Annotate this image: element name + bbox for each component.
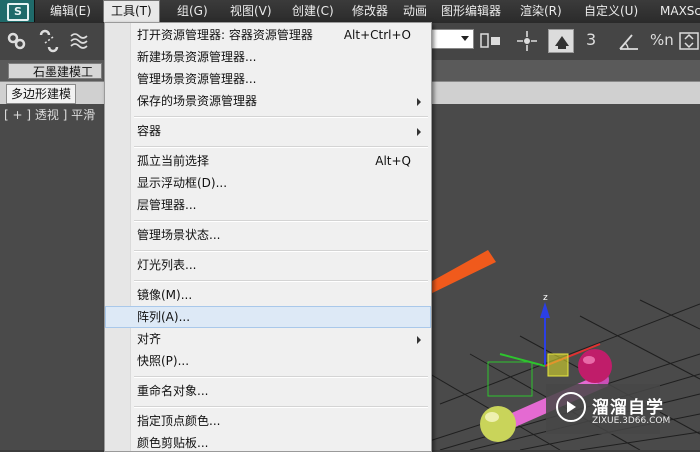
submenu-arrow-icon bbox=[417, 336, 421, 344]
menu-item-open-explorer[interactable]: 打开资源管理器: 容器资源管理器 Alt+Ctrl+O bbox=[105, 24, 431, 46]
menu-item-mirror[interactable]: 镜像(M)... bbox=[105, 284, 431, 306]
menu-separator bbox=[134, 280, 428, 282]
watermark-url: ZIXUE.3D66.COM bbox=[592, 416, 671, 426]
menu-group[interactable]: 组(G) bbox=[177, 0, 208, 22]
menu-item-rename-objects[interactable]: 重命名对象... bbox=[105, 380, 431, 402]
tools-menu-dropdown: 打开资源管理器: 容器资源管理器 Alt+Ctrl+O 新建场景资源管理器...… bbox=[104, 22, 432, 452]
menu-item-light-lister[interactable]: 灯光列表... bbox=[105, 254, 431, 276]
snaps-toggle-icon[interactable]: 3 bbox=[586, 29, 612, 53]
select-and-manipulate-icon[interactable] bbox=[514, 29, 540, 53]
menu-separator bbox=[134, 250, 428, 252]
menu-maxscript[interactable]: MAXSc bbox=[660, 0, 700, 22]
play-logo-icon bbox=[556, 392, 586, 422]
ribbon-tab-graphite[interactable]: 石墨建模工具 bbox=[8, 63, 102, 95]
menu-customize[interactable]: 自定义(U) bbox=[584, 0, 638, 22]
menu-item-label: 颜色剪贴板... bbox=[137, 436, 209, 450]
menu-item-label: 重命名对象... bbox=[137, 384, 209, 398]
menu-item-label: 显示浮动框(D)... bbox=[137, 176, 228, 190]
watermark-title: 溜溜自学 bbox=[592, 398, 664, 418]
angle-snap-icon[interactable] bbox=[616, 29, 642, 53]
menu-item-containers[interactable]: 容器 bbox=[105, 120, 431, 142]
menu-item-manage-scene-states[interactable]: 管理场景状态... bbox=[105, 224, 431, 246]
menu-tools[interactable]: 工具(T) bbox=[103, 0, 160, 22]
menu-item-manage-scene-explorer[interactable]: 管理场景资源管理器... bbox=[105, 68, 431, 90]
percent-snap-icon[interactable]: %n bbox=[650, 29, 676, 53]
menu-item-layer-manager[interactable]: 层管理器... bbox=[105, 194, 431, 216]
menu-item-label: 灯光列表... bbox=[137, 258, 197, 272]
menu-item-shortcut: Alt+Ctrl+O bbox=[343, 28, 411, 42]
keyboard-shortcut-override-icon[interactable] bbox=[548, 29, 574, 53]
menu-item-label: 快照(P)... bbox=[137, 354, 190, 368]
menu-item-label: 镜像(M)... bbox=[137, 288, 193, 302]
sphere-object-yellow bbox=[480, 406, 516, 442]
menu-item-label: 层管理器... bbox=[137, 198, 197, 212]
menu-item-assign-vertex-colors[interactable]: 指定顶点颜色... bbox=[105, 410, 431, 432]
menu-item-label: 打开资源管理器: 容器资源管理器 bbox=[137, 28, 313, 42]
menu-item-shortcut: Alt+Q bbox=[375, 154, 411, 168]
submenu-arrow-icon bbox=[417, 128, 421, 136]
menu-bar: S 编辑(E) 工具(T) 组(G) 视图(V) 创建(C) 修改器 动画 图形… bbox=[0, 0, 700, 22]
menu-separator bbox=[134, 146, 428, 148]
app-logo[interactable]: S bbox=[0, 0, 35, 22]
menu-item-label: 孤立当前选择 bbox=[137, 154, 210, 168]
menu-separator bbox=[134, 220, 428, 222]
menu-create[interactable]: 创建(C) bbox=[292, 0, 334, 22]
selection-filter-dropdown[interactable] bbox=[430, 29, 474, 49]
submenu-arrow-icon bbox=[417, 98, 421, 106]
sphere-object-magenta bbox=[578, 349, 612, 383]
menu-item-label: 保存的场景资源管理器 bbox=[137, 94, 258, 108]
menu-item-label: 阵列(A)... bbox=[137, 310, 191, 324]
menu-item-isolate-selection[interactable]: 孤立当前选择 Alt+Q bbox=[105, 150, 431, 172]
menu-view[interactable]: 视图(V) bbox=[230, 0, 272, 22]
menu-item-label: 容器 bbox=[137, 124, 162, 138]
menu-item-saved-scene-explorers[interactable]: 保存的场景资源管理器 bbox=[105, 90, 431, 112]
menu-item-new-scene-explorer[interactable]: 新建场景资源管理器... bbox=[105, 46, 431, 68]
transform-gizmo: z bbox=[487, 293, 601, 397]
menu-item-array[interactable]: 阵列(A)... bbox=[105, 306, 431, 328]
menu-item-color-clipboard[interactable]: 颜色剪贴板... bbox=[105, 432, 431, 451]
menu-item-align[interactable]: 对齐 bbox=[105, 328, 431, 350]
select-and-link-icon[interactable] bbox=[4, 29, 30, 53]
menu-rendering[interactable]: 渲染(R) bbox=[520, 0, 562, 22]
menu-modifiers[interactable]: 修改器 bbox=[352, 0, 388, 22]
menu-item-label: 管理场景资源管理器... bbox=[137, 72, 257, 86]
menu-item-label: 新建场景资源管理器... bbox=[137, 50, 257, 64]
bind-to-space-warp-icon[interactable] bbox=[68, 29, 94, 53]
spinner-snap-icon[interactable] bbox=[676, 29, 700, 53]
app-logo-glyph: S bbox=[7, 3, 29, 21]
menu-graph-editors[interactable]: 图形编辑器 bbox=[441, 0, 501, 22]
menu-item-label: 指定顶点颜色... bbox=[137, 414, 221, 428]
menu-item-snapshot[interactable]: 快照(P)... bbox=[105, 350, 431, 372]
svg-text:z: z bbox=[543, 293, 548, 303]
ribbon-panel-polygon-modeling[interactable]: 多边形建模 bbox=[6, 84, 77, 104]
menu-animation[interactable]: 动画 bbox=[403, 0, 427, 22]
menu-edit[interactable]: 编辑(E) bbox=[50, 0, 91, 22]
menu-item-label: 对齐 bbox=[137, 332, 162, 346]
menu-item-label: 管理场景状态... bbox=[137, 228, 221, 242]
menu-item-display-floater[interactable]: 显示浮动框(D)... bbox=[105, 172, 431, 194]
menu-separator bbox=[134, 376, 428, 378]
menu-separator bbox=[134, 116, 428, 118]
unlink-selection-icon[interactable] bbox=[36, 29, 62, 53]
use-pivot-center-icon[interactable] bbox=[478, 29, 504, 53]
menu-separator bbox=[134, 406, 428, 408]
